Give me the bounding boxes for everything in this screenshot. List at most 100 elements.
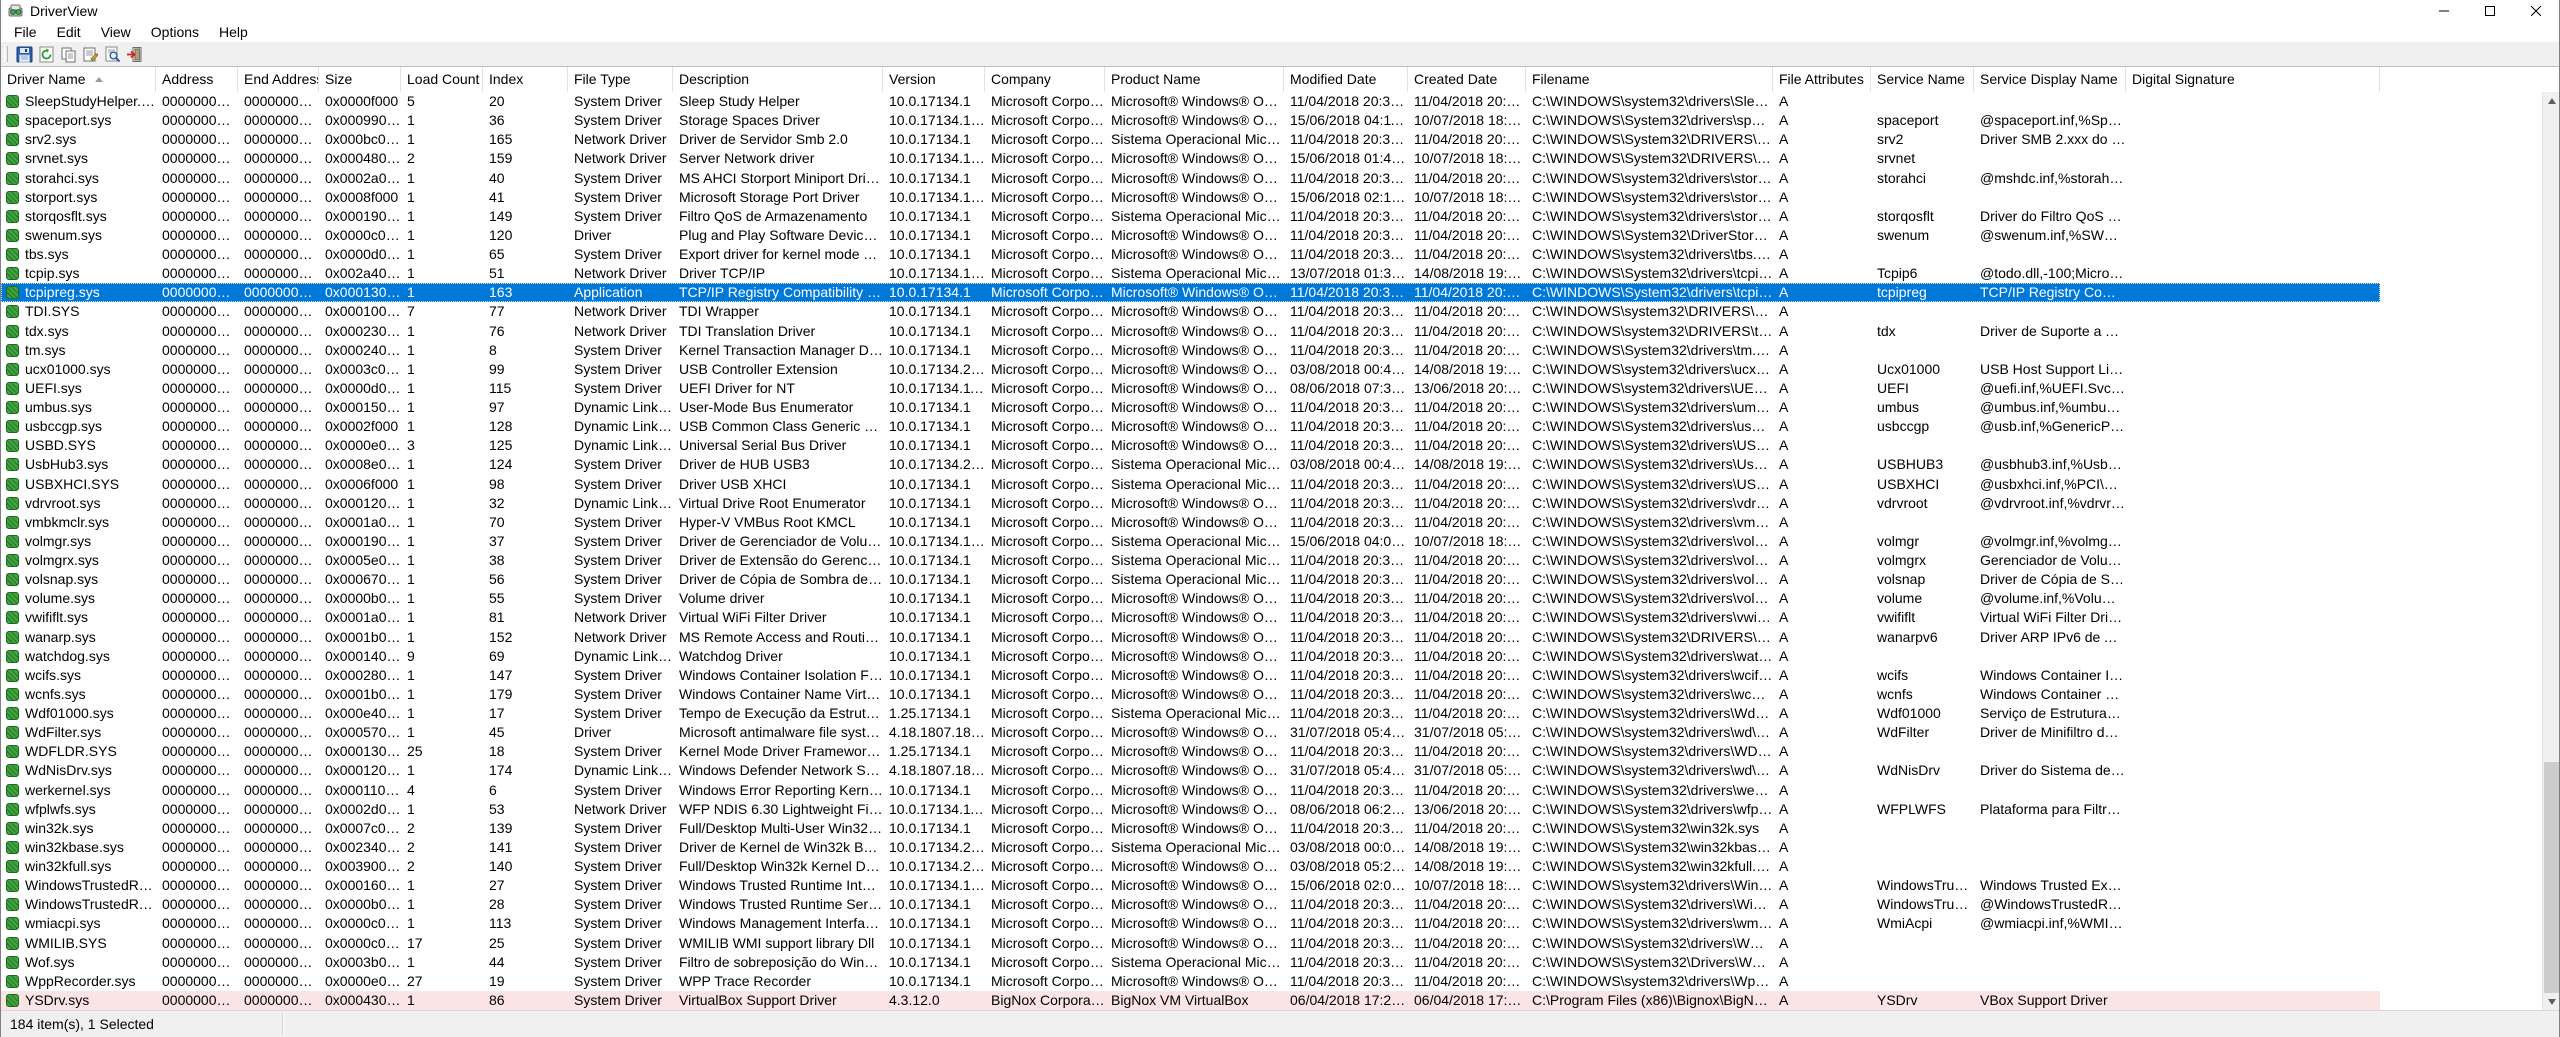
table-row[interactable]: tcpip.sys00000000`7...00000000`7...0x002…	[1, 264, 2380, 283]
table-row[interactable]: vmbkmclr.sys00000000`7...00000000`7...0x…	[1, 513, 2380, 532]
column-header-index[interactable]: Index	[483, 67, 568, 92]
table-row[interactable]: ucx01000.sys00000000`7...00000000`7...0x…	[1, 360, 2380, 379]
table-row[interactable]: tm.sys00000000`7...00000000`7...0x000240…	[1, 341, 2380, 360]
table-row[interactable]: WdFilter.sys00000000`7...00000000`7...0x…	[1, 723, 2380, 742]
table-row[interactable]: volsnap.sys00000000`7...00000000`7...0x0…	[1, 570, 2380, 589]
table-row[interactable]: umbus.sys00000000`7...00000000`7...0x000…	[1, 398, 2380, 417]
table-row[interactable]: volume.sys00000000`7...00000000`7...0x00…	[1, 589, 2380, 608]
table-row[interactable]: WindowsTrustedRTPr...00000000`7...000000…	[1, 895, 2380, 914]
refresh-icon[interactable]	[35, 44, 57, 64]
cell-size: 0x0003c000	[319, 360, 401, 379]
table-row[interactable]: vwififlt.sys00000000`7...00000000`7...0x…	[1, 608, 2380, 627]
cell-modified: 11/04/2018 20:34:14	[1284, 666, 1408, 685]
table-row[interactable]: USBD.SYS00000000`7...00000000`7...0x0000…	[1, 436, 2380, 455]
menu-help[interactable]: Help	[209, 22, 258, 42]
cell-name: tbs.sys	[1, 245, 156, 264]
table-row[interactable]: USBXHCI.SYS00000000`7...00000000`7...0x0…	[1, 475, 2380, 494]
table-row[interactable]: wcnfs.sys00000000`7...00000000`7...0x000…	[1, 685, 2380, 704]
column-header-created[interactable]: Created Date	[1408, 67, 1526, 92]
column-header-product[interactable]: Product Name	[1105, 67, 1284, 92]
close-button[interactable]	[2513, 0, 2559, 22]
column-header-filename[interactable]: Filename	[1526, 67, 1773, 92]
table-row[interactable]: UsbHub3.sys00000000`7...00000000`7...0x0…	[1, 455, 2380, 474]
table-row[interactable]: WMILIB.SYS00000000`7...00000000`7...0x00…	[1, 934, 2380, 953]
column-header-digsig[interactable]: Digital Signature	[2126, 67, 2380, 92]
column-header-ftype[interactable]: File Type	[568, 67, 673, 92]
table-row[interactable]: SleepStudyHelper.sys00000000`7...0000000…	[1, 92, 2380, 111]
column-header-company[interactable]: Company	[985, 67, 1105, 92]
save-icon[interactable]	[13, 44, 35, 64]
table-row[interactable]: win32k.sys00000000`D...00000000`D...0x00…	[1, 819, 2380, 838]
table-row[interactable]: tcpipreg.sys00000000`7...00000000`7...0x…	[1, 283, 2380, 302]
table-row[interactable]: Wof.sys00000000`7...00000000`7...0x0003b…	[1, 953, 2380, 972]
table-row[interactable]: wanarp.sys00000000`7...00000000`7...0x00…	[1, 628, 2380, 647]
table-row[interactable]: YSDrv.sys00000000`7...00000000`7...0x000…	[1, 991, 2380, 1010]
copy-icon[interactable]	[57, 44, 79, 64]
table-row[interactable]: storqosflt.sys00000000`7...00000000`7...…	[1, 207, 2380, 226]
table-row[interactable]: win32kfull.sys00000000`D...00000000`D...…	[1, 857, 2380, 876]
menu-edit[interactable]: Edit	[47, 22, 91, 42]
cell-index: 120	[483, 226, 568, 245]
table-row[interactable]: WDFLDR.SYS00000000`7...00000000`7...0x00…	[1, 742, 2380, 761]
table-row[interactable]: spaceport.sys00000000`7...00000000`7...0…	[1, 111, 2380, 130]
cell-attr: A	[1773, 111, 1871, 130]
table-row[interactable]: usbccgp.sys00000000`7...00000000`7...0x0…	[1, 417, 2380, 436]
table-row[interactable]: wcifs.sys00000000`7...00000000`7...0x000…	[1, 666, 2380, 685]
table-row[interactable]: watchdog.sys00000000`7...00000000`7...0x…	[1, 647, 2380, 666]
table-row[interactable]: srv2.sys00000000`7...00000000`7...0x000b…	[1, 130, 2380, 149]
driver-name-text: storqosflt.sys	[25, 207, 107, 226]
table-row[interactable]: tdx.sys00000000`7...00000000`7...0x00023…	[1, 322, 2380, 341]
table-row[interactable]: WdNisDrv.sys00000000`7...00000000`7...0x…	[1, 761, 2380, 780]
table-row[interactable]: swenum.sys00000000`7...00000000`7...0x00…	[1, 226, 2380, 245]
table-row[interactable]: wmiacpi.sys00000000`7...00000000`7...0x0…	[1, 914, 2380, 933]
column-header-endaddr[interactable]: End Address	[238, 67, 319, 92]
cell-company: Microsoft Corpora...	[985, 513, 1105, 532]
scroll-down-arrow-icon[interactable]	[2543, 993, 2560, 1010]
table-row[interactable]: win32kbase.sys00000000`D...00000000`D...…	[1, 838, 2380, 857]
menu-file[interactable]: File	[4, 22, 47, 42]
column-header-addr[interactable]: Address	[156, 67, 238, 92]
table-row[interactable]: WppRecorder.sys00000000`7...00000000`7..…	[1, 972, 2380, 991]
column-header-version[interactable]: Version	[883, 67, 985, 92]
column-header-load[interactable]: Load Count	[401, 67, 483, 92]
cell-filename: C:\WINDOWS\system32\drivers\wd\WdNis...	[1526, 761, 1773, 780]
driver-name-text: UEFI.sys	[25, 379, 82, 398]
menu-options[interactable]: Options	[141, 22, 209, 42]
column-header-desc[interactable]: Description	[673, 67, 883, 92]
table-row[interactable]: storahci.sys00000000`7...00000000`7...0x…	[1, 169, 2380, 188]
cell-created: 14/08/2018 19:00:07	[1408, 857, 1526, 876]
table-row[interactable]: WindowsTrustedRT.sys00000000`7...0000000…	[1, 876, 2380, 895]
maximize-button[interactable]	[2467, 0, 2513, 22]
minimize-button[interactable]	[2421, 0, 2467, 22]
column-header-modified[interactable]: Modified Date	[1284, 67, 1408, 92]
exit-icon[interactable]	[123, 44, 145, 64]
table-row[interactable]: srvnet.sys00000000`7...00000000`7...0x00…	[1, 149, 2380, 168]
column-header-size[interactable]: Size	[319, 67, 401, 92]
cell-ftype: System Driver	[568, 245, 673, 264]
cell-desc: Driver de Servidor Smb 2.0	[673, 130, 883, 149]
cell-addr: 00000000`7...	[156, 991, 238, 1010]
cell-product: Microsoft® Windows® Oper...	[1105, 322, 1284, 341]
table-row[interactable]: UEFI.sys00000000`7...00000000`7...0x0000…	[1, 379, 2380, 398]
table-row[interactable]: wfplwfs.sys00000000`7...00000000`7...0x0…	[1, 800, 2380, 819]
find-icon[interactable]	[101, 44, 123, 64]
cell-version: 10.0.17134.137	[883, 532, 985, 551]
column-header-name[interactable]: Driver Name	[1, 67, 156, 92]
table-row[interactable]: volmgr.sys00000000`7...00000000`7...0x00…	[1, 532, 2380, 551]
table-row[interactable]: vdrvroot.sys00000000`7...00000000`7...0x…	[1, 494, 2380, 513]
column-header-attr[interactable]: File Attributes	[1773, 67, 1871, 92]
vertical-scrollbar[interactable]	[2542, 92, 2559, 1010]
cell-index: 38	[483, 551, 568, 570]
table-row[interactable]: werkernel.sys00000000`7...00000000`7...0…	[1, 781, 2380, 800]
table-row[interactable]: TDI.SYS00000000`7...00000000`7...0x00010…	[1, 302, 2380, 321]
table-row[interactable]: tbs.sys00000000`7...00000000`7...0x0000d…	[1, 245, 2380, 264]
table-row[interactable]: Wdf01000.sys00000000`7...00000000`7...0x…	[1, 704, 2380, 723]
properties-icon[interactable]	[79, 44, 101, 64]
column-header-svc[interactable]: Service Name	[1871, 67, 1974, 92]
table-row[interactable]: storport.sys00000000`7...00000000`7...0x…	[1, 188, 2380, 207]
scroll-up-arrow-icon[interactable]	[2543, 92, 2560, 109]
menu-view[interactable]: View	[91, 22, 141, 42]
column-header-svcdisp[interactable]: Service Display Name	[1974, 67, 2126, 92]
scrollbar-thumb[interactable]	[2544, 762, 2559, 993]
table-row[interactable]: volmgrx.sys00000000`7...00000000`7...0x0…	[1, 551, 2380, 570]
